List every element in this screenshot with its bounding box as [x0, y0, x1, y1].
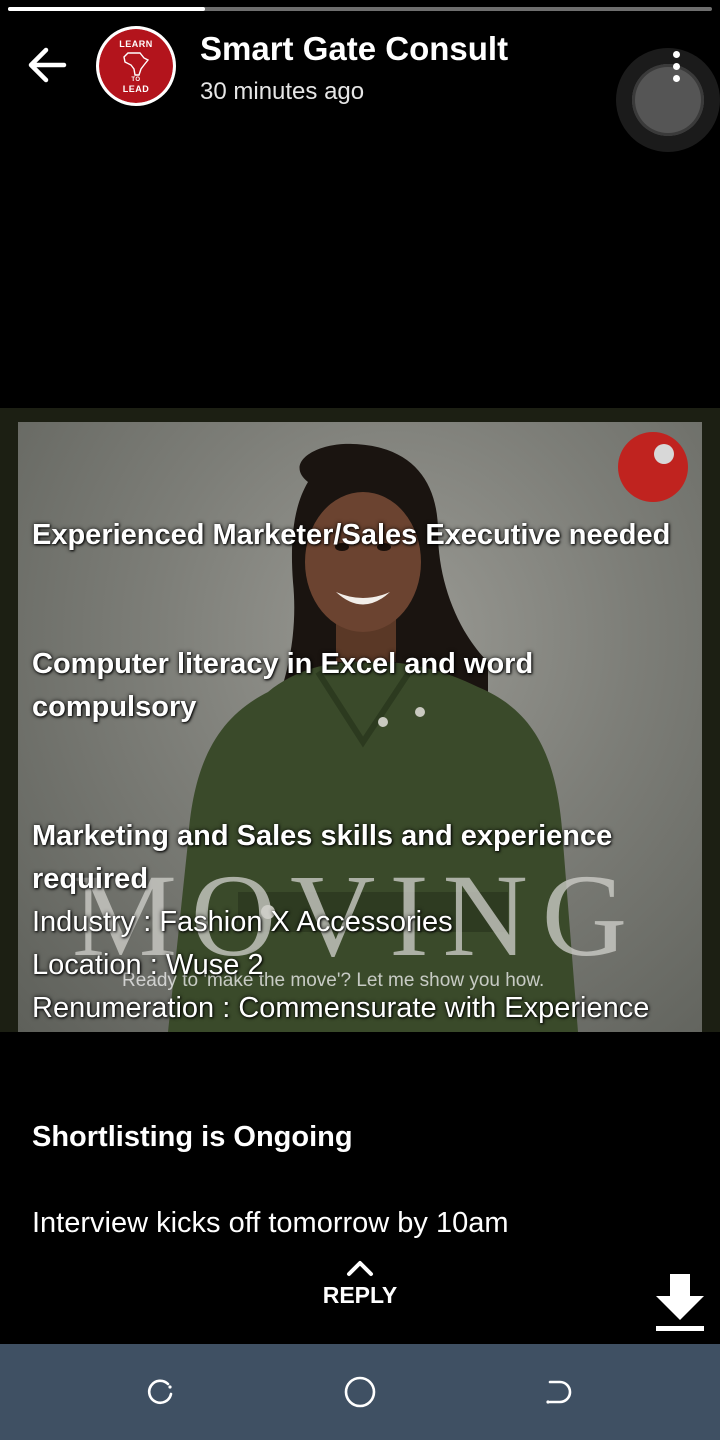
caption-industry: Industry : Fashion X Accessories	[32, 906, 453, 938]
download-button[interactable]	[652, 1272, 708, 1334]
caption-requirement-skills: Marketing and Sales skills and experienc…	[32, 820, 613, 895]
more-options-button[interactable]	[660, 46, 692, 86]
avatar-text-3: LEAD	[122, 83, 150, 94]
recents-icon	[147, 1379, 173, 1405]
back-button[interactable]	[22, 40, 72, 90]
avatar-text-2: TO	[131, 76, 141, 83]
caption-renumeration: Renumeration : Commensurate with Experie…	[32, 992, 650, 1024]
back-icon	[546, 1380, 572, 1404]
red-ball-decoration	[618, 432, 688, 502]
avatar-logo: LEARN TO LEAD	[99, 29, 173, 103]
caption-interview: Interview kicks off tomorrow by 10am	[32, 1207, 509, 1239]
africa-map-icon	[123, 51, 150, 76]
caption-requirement-computer: Computer literacy in Excel and word comp…	[32, 648, 534, 723]
recents-button[interactable]	[132, 1364, 188, 1420]
home-icon	[344, 1376, 376, 1408]
system-navigation-bar	[0, 1344, 720, 1440]
download-icon	[656, 1274, 704, 1331]
caption-headline: Experienced Marketer/Sales Executive nee…	[32, 519, 671, 551]
status-author-name: Smart Gate Consult	[200, 30, 509, 67]
more-vertical-icon	[672, 50, 680, 82]
red-ball-highlight	[654, 444, 674, 464]
system-back-button[interactable]	[530, 1364, 586, 1420]
arrow-left-icon	[28, 47, 67, 83]
avatar[interactable]: LEARN TO LEAD	[96, 26, 176, 106]
reply-label: REPLY	[322, 1282, 398, 1308]
caption-location: Location : Wuse 2	[32, 949, 264, 981]
chevron-up-icon	[347, 1261, 373, 1276]
caption-shortlisting: Shortlisting is Ongoing	[32, 1121, 353, 1153]
home-button[interactable]	[332, 1364, 388, 1420]
status-timestamp: 30 minutes ago	[200, 78, 365, 105]
status-progress-track	[8, 7, 712, 11]
avatar-text-1: LEARN	[119, 38, 153, 49]
status-progress-fill	[8, 7, 206, 11]
reply-button[interactable]: REPLY	[300, 1258, 420, 1328]
